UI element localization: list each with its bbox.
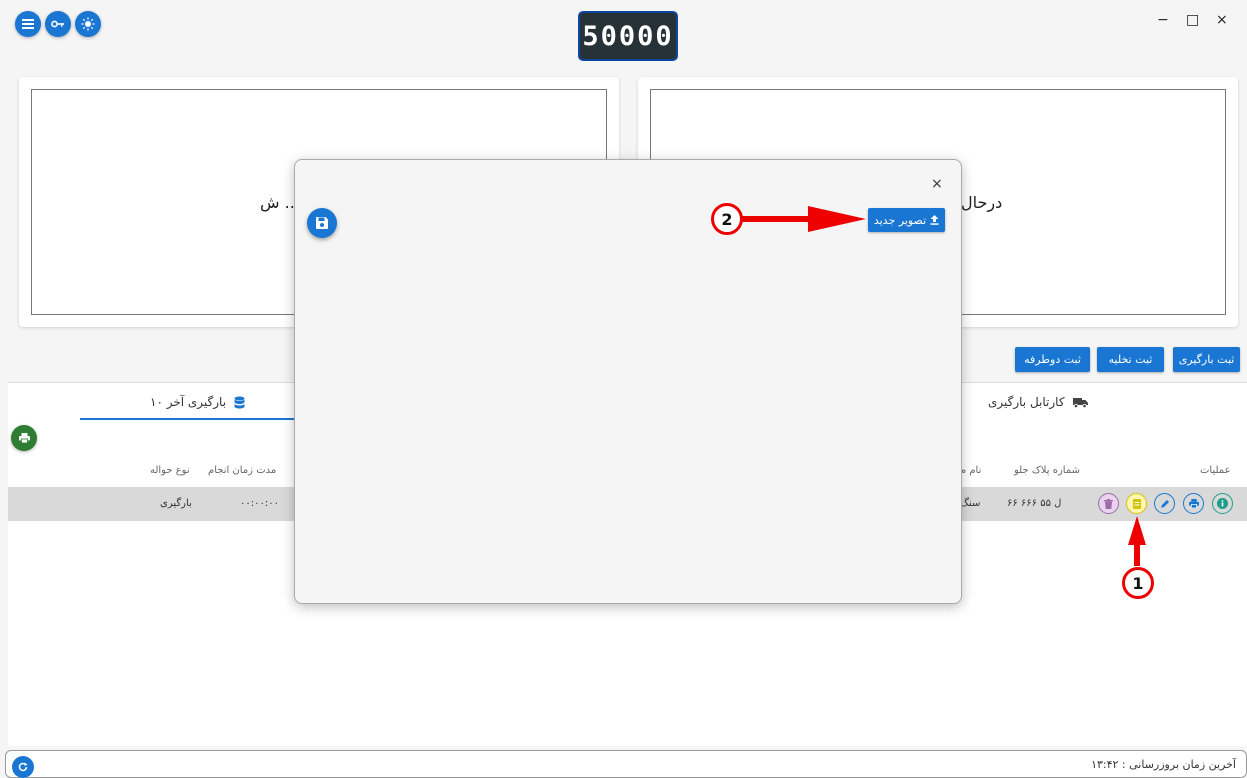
print-list-button[interactable] [11,425,37,451]
refresh-icon [18,762,28,772]
register-unloading-button[interactable]: ثبت تخلیه [1097,347,1164,372]
cell-order-type: بارگیری [160,498,192,509]
new-image-upload-label: تصویر جدید [873,213,927,227]
cell-name: سنگ [960,498,981,509]
print-row-button[interactable] [1183,493,1204,514]
menu-icon [22,19,34,29]
refresh-button[interactable] [12,756,34,778]
upload-icon [930,215,939,225]
column-header-operations: عملیات [1200,465,1231,476]
theme-button[interactable] [75,11,101,37]
register-two-way-button[interactable]: ثبت دوطرفه [1015,347,1090,372]
pencil-icon [1160,499,1169,508]
tab-last-loadings[interactable]: ۱۰ بارگیری آخر [150,395,245,409]
maximize-button[interactable]: □ [1186,12,1199,28]
new-image-upload-button[interactable]: تصویر جدید [868,208,945,232]
info-icon [1217,498,1228,509]
active-tab-indicator [80,418,295,420]
edit-button[interactable] [1154,493,1175,514]
document-icon [1132,498,1141,509]
key-icon [51,20,64,28]
save-image-button[interactable] [307,208,337,238]
image-upload-dialog: × تصویر جدید [294,159,962,604]
menu-button[interactable] [15,11,41,37]
info-button[interactable] [1212,493,1233,514]
tab-loading-cartable-label: کارتابل بارگیری [988,395,1065,409]
cell-duration: ۰۰:۰۰:۰۰ [240,498,279,509]
column-header-front-plate: شماره پلاک جلو [1014,465,1080,476]
tab-last-loadings-label: ۱۰ بارگیری آخر [150,395,227,409]
database-icon [234,396,245,408]
column-header-name: نام م [960,465,982,476]
last-update-text: آخرین زمان بروزرسانی : ۱۳:۴۲ [1091,758,1236,771]
save-icon [316,217,328,229]
print-icon [18,433,30,443]
attach-image-button[interactable] [1126,493,1147,514]
status-bar: آخرین زمان بروزرسانی : ۱۳:۴۲ [5,750,1247,778]
print-icon [1188,499,1199,508]
cell-front-plate: ۶۶ ۶۶۶ ل ۵۵ [1007,498,1062,509]
column-header-order-type: نوع حواله [150,465,190,476]
tab-loading-cartable[interactable]: کارتابل بارگیری [988,395,1088,409]
brightness-icon [81,17,95,31]
annotation-marker-2: 2 [711,203,743,235]
close-window-button[interactable]: × [1216,12,1228,28]
truck-icon [1072,397,1088,408]
camera-loading-text-right: درحال [961,192,1003,212]
delete-button[interactable] [1098,493,1119,514]
scale-weight-value: 50000 [582,20,674,52]
trash-icon [1104,498,1113,509]
annotation-marker-1: 1 [1122,567,1154,599]
minimize-button[interactable]: − [1157,12,1169,28]
column-header-duration: مدت زمان انجام [208,465,277,476]
key-button[interactable] [45,11,71,37]
close-dialog-button[interactable]: × [931,176,943,192]
register-loading-button[interactable]: ثبت بارگیری [1173,347,1240,372]
scale-weight-display: 50000 [578,11,678,61]
